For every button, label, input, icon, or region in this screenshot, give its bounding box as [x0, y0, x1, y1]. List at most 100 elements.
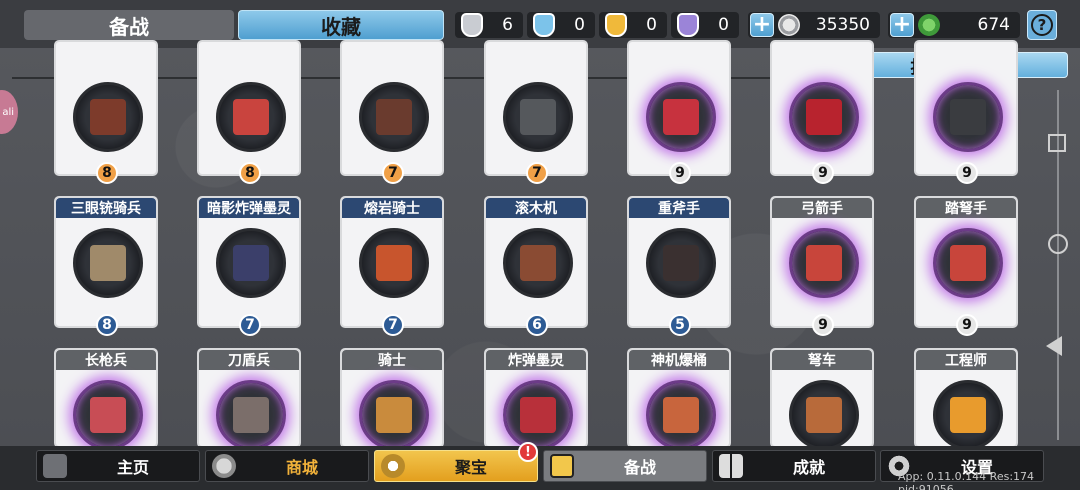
- unit-level-badge: 7: [382, 314, 404, 336]
- unit-card[interactable]: 8: [54, 40, 158, 184]
- unit-portrait: [933, 380, 1003, 450]
- unit-portrait: [933, 228, 1003, 298]
- unit-face-icon: [520, 99, 556, 135]
- unit-card[interactable]: 三眼铳骑兵 8: [54, 196, 158, 336]
- nav-prep-button[interactable]: 备战: [543, 450, 707, 482]
- unit-card[interactable]: 神机爆桶: [627, 348, 731, 450]
- treasure-bowl-icon: [381, 454, 405, 478]
- unit-name: 长枪兵: [56, 350, 156, 370]
- unit-face-icon: [376, 99, 412, 135]
- unit-level-badge: 9: [812, 314, 834, 336]
- unit-card[interactable]: 骑士: [340, 348, 444, 450]
- unit-name: 神机爆桶: [629, 350, 729, 370]
- nav-home-label: 主页: [116, 458, 149, 477]
- unit-face-icon: [520, 397, 556, 433]
- unit-portrait: [216, 228, 286, 298]
- unit-level-badge: 6: [526, 314, 548, 336]
- unit-face-icon: [950, 99, 986, 135]
- nav-prep-label: 备战: [623, 458, 656, 477]
- unit-level-badge: 9: [812, 162, 834, 184]
- unit-name: 弩车: [772, 350, 872, 370]
- unit-face-icon: [806, 397, 842, 433]
- unit-level-badge: 8: [96, 314, 118, 336]
- nav-treasure-label: 聚宝: [454, 458, 487, 477]
- unit-name: 炸弹墨灵: [486, 350, 586, 370]
- unit-card[interactable]: 暗影炸弹墨灵 7: [197, 196, 301, 336]
- unit-card[interactable]: 9: [914, 40, 1018, 184]
- unit-name: 熔岩骑士: [342, 198, 442, 218]
- home-gate-icon: [43, 454, 67, 478]
- nav-achievement-label: 成就: [792, 458, 825, 477]
- unit-portrait: [503, 228, 573, 298]
- unit-face-icon: [90, 397, 126, 433]
- unit-face-icon: [663, 397, 699, 433]
- unit-name: 弓箭手: [772, 198, 872, 218]
- achievement-grid-icon: [719, 454, 743, 478]
- unit-face-icon: [950, 245, 986, 281]
- unit-card[interactable]: 重斧手 5: [627, 196, 731, 336]
- unit-portrait: [216, 380, 286, 450]
- nav-shop-label: 商城: [285, 458, 318, 477]
- treasure-alert-badge: !: [518, 442, 538, 462]
- cards-icon: [550, 454, 574, 478]
- unit-card[interactable]: 弓箭手 9: [770, 196, 874, 336]
- unit-portrait: [359, 228, 429, 298]
- unit-portrait: [73, 380, 143, 450]
- unit-level-badge: 9: [956, 314, 978, 336]
- unit-face-icon: [233, 99, 269, 135]
- unit-portrait: [789, 82, 859, 152]
- unit-card[interactable]: 9: [627, 40, 731, 184]
- unit-card[interactable]: 7: [484, 40, 588, 184]
- unit-card[interactable]: 炸弹墨灵: [484, 348, 588, 450]
- coins-icon: [212, 454, 236, 478]
- unit-card[interactable]: 工程师: [914, 348, 1018, 450]
- unit-name: 刀盾兵: [199, 350, 299, 370]
- unit-level-badge: 8: [239, 162, 261, 184]
- unit-card[interactable]: 熔岩骑士 7: [340, 196, 444, 336]
- unit-name: 骑士: [342, 350, 442, 370]
- nav-home-button[interactable]: 主页: [36, 450, 200, 482]
- unit-level-badge: 5: [669, 314, 691, 336]
- nav-treasure-button[interactable]: 聚宝: [374, 450, 538, 482]
- unit-portrait: [646, 380, 716, 450]
- unit-level-badge: 7: [239, 314, 261, 336]
- unit-portrait: [503, 82, 573, 152]
- unit-card[interactable]: 踏弩手 9: [914, 196, 1018, 336]
- unit-face-icon: [663, 245, 699, 281]
- unit-card[interactable]: 7: [340, 40, 444, 184]
- unit-portrait: [359, 380, 429, 450]
- unit-portrait: [646, 228, 716, 298]
- home-icon[interactable]: [1048, 234, 1068, 254]
- system-nav-bar: [1040, 48, 1080, 446]
- unit-level-badge: 7: [382, 162, 404, 184]
- unit-card[interactable]: 刀盾兵: [197, 348, 301, 450]
- unit-portrait: [216, 82, 286, 152]
- unit-face-icon: [806, 99, 842, 135]
- nav-achievement-button[interactable]: 成就: [712, 450, 876, 482]
- unit-face-icon: [233, 397, 269, 433]
- unit-name: 暗影炸弹墨灵: [199, 198, 299, 218]
- unit-level-badge: 9: [669, 162, 691, 184]
- unit-card[interactable]: 弩车: [770, 348, 874, 450]
- unit-face-icon: [806, 245, 842, 281]
- unit-portrait: [503, 380, 573, 450]
- unit-name: 重斧手: [629, 198, 729, 218]
- unit-face-icon: [376, 397, 412, 433]
- unit-level-badge: 9: [956, 162, 978, 184]
- recent-apps-icon[interactable]: [1048, 134, 1066, 152]
- unit-face-icon: [90, 99, 126, 135]
- unit-portrait: [789, 228, 859, 298]
- version-info: App: 0.11.0.144 Res:174 pid:91056: [898, 470, 1035, 490]
- unit-name: 工程师: [916, 350, 1016, 370]
- unit-face-icon: [376, 245, 412, 281]
- unit-level-badge: 7: [526, 162, 548, 184]
- unit-card[interactable]: 9: [770, 40, 874, 184]
- unit-card[interactable]: 8: [197, 40, 301, 184]
- nav-shop-button[interactable]: 商城: [205, 450, 369, 482]
- unit-face-icon: [233, 245, 269, 281]
- unit-portrait: [646, 82, 716, 152]
- back-icon[interactable]: [1046, 336, 1062, 356]
- unit-name: 踏弩手: [916, 198, 1016, 218]
- unit-card[interactable]: 滚木机 6: [484, 196, 588, 336]
- unit-card[interactable]: 长枪兵: [54, 348, 158, 450]
